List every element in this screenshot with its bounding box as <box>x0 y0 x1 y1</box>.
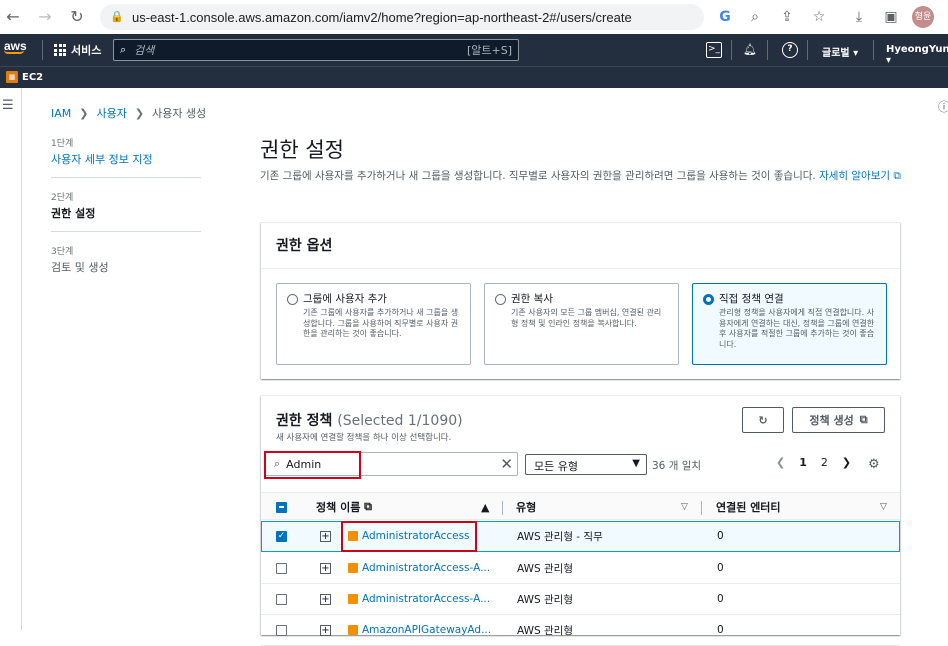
favorite-ec2[interactable]: ▦ EC2 <box>6 71 43 83</box>
info-panel-icon[interactable]: ⓘ <box>938 98 948 115</box>
table-header: 정책 이름 ⧉ ▲ 유형 ▽ 연결된 엔터티 ▽ <box>261 492 900 520</box>
learn-more-link[interactable]: 자세히 알아보기 ⧉ <box>819 170 901 182</box>
policies-subtitle: 새 사용자에 연결할 정책을 하나 이상 선택합니다. <box>276 433 452 443</box>
sort-icon[interactable]: ▽ <box>681 493 688 521</box>
option-attach-policies[interactable]: 직접 정책 연결 관리형 정책을 사용자에게 직접 연결합니다. 사용자에게 연… <box>692 283 887 365</box>
radio-button[interactable] <box>495 294 506 305</box>
card-title: 권한 옵션 <box>261 223 900 269</box>
type-filter-select[interactable]: 모든 유형 ▼ <box>525 454 647 475</box>
external-link-icon: ⧉ <box>364 500 373 513</box>
policy-icon <box>348 594 358 604</box>
table-row[interactable]: + AmazonAPIGatewayAd... AWS 관리형 0 <box>261 615 900 646</box>
sidepanel-icon[interactable]: ▣ <box>882 8 900 26</box>
services-grid-icon <box>54 44 66 56</box>
expand-icon[interactable]: + <box>320 624 331 636</box>
policy-link[interactable]: AmazonAPIGatewayAd... <box>362 624 491 636</box>
console-search[interactable]: ⌕ 검색 [알트+S] <box>113 39 519 61</box>
table-row[interactable]: + AdministratorAccess-A... AWS 관리형 0 <box>261 584 900 615</box>
caret-down-icon: ▼ <box>632 458 640 469</box>
external-link-icon: ⧉ <box>893 170 901 182</box>
page-title: 권한 설정 <box>260 138 344 162</box>
breadcrumb-iam[interactable]: IAM <box>51 107 71 120</box>
google-icon[interactable]: G <box>716 8 734 26</box>
prev-page-icon[interactable]: ❮ <box>776 456 785 469</box>
browser-toolbar: ← → ↻ 🔒 us-east-1.console.aws.amazon.com… <box>0 0 948 34</box>
step-2: 2단계 권한 설정 <box>51 190 201 232</box>
select-all-checkbox[interactable] <box>276 501 287 513</box>
row-checkbox[interactable] <box>276 624 287 636</box>
option-copy-permissions[interactable]: 권한 복사 기존 사용자의 모든 그룹 멤버십, 연결된 관리형 정책 및 인라… <box>484 283 679 365</box>
highlight-search <box>264 451 361 479</box>
pagination: ❮ 1 2 ❯ <box>776 456 851 469</box>
chevron-right-icon: ❯ <box>79 106 89 120</box>
expand-icon[interactable]: + <box>320 530 331 542</box>
external-link-icon: ⧉ <box>859 413 868 426</box>
wizard-steps: 1단계 사용자 세부 정보 지정 2단계 권한 설정 3단계 검토 및 생성 <box>51 136 201 297</box>
permission-policies-card: 권한 정책 (Selected 1/1090) 새 사용자에 연결할 정책을 하… <box>261 395 900 646</box>
clear-icon[interactable]: ✕ <box>500 455 513 473</box>
radio-button-selected[interactable] <box>703 294 714 305</box>
forward-icon[interactable]: → <box>34 6 56 28</box>
side-nav-rail: ☰ <box>0 88 22 630</box>
policy-icon <box>348 563 358 573</box>
profile-avatar[interactable]: 형윤 <box>912 6 934 28</box>
aws-top-nav: aws 서비스 ⌕ 검색 [알트+S] >_ 🔔︎ ? 글로벌 ▾ Hyeong… <box>0 34 948 66</box>
breadcrumb-current: 사용자 생성 <box>152 107 207 120</box>
match-count: 36 개 일치 <box>652 460 702 472</box>
row-checkbox[interactable]: ✓ <box>276 530 287 542</box>
radio-button[interactable] <box>287 294 298 305</box>
help-icon[interactable]: ? <box>782 42 798 58</box>
policy-link[interactable]: AdministratorAccess-A... <box>362 593 490 605</box>
aws-logo[interactable]: aws <box>4 39 27 54</box>
row-checkbox[interactable] <box>276 593 287 605</box>
services-menu[interactable]: 서비스 <box>54 42 101 58</box>
notifications-bell-icon[interactable]: 🔔︎ <box>742 42 758 58</box>
expand-icon[interactable]: + <box>320 562 331 574</box>
page-1[interactable]: 1 <box>799 456 807 469</box>
favorites-bar: ▦ EC2 <box>0 66 948 88</box>
step-3: 3단계 검토 및 생성 <box>51 247 109 274</box>
address-bar[interactable]: 🔒 us-east-1.console.aws.amazon.com/iamv2… <box>100 4 704 30</box>
refresh-icon: ↻ <box>758 413 768 427</box>
chevron-right-icon: ❯ <box>134 106 145 120</box>
search-icon: ⌕ <box>120 43 127 56</box>
col-attached[interactable]: 연결된 엔터티 <box>716 493 781 521</box>
col-policy-name[interactable]: 정책 이름 ⧉ <box>316 493 372 521</box>
breadcrumb-users[interactable]: 사용자 <box>96 105 126 121</box>
permission-options-card: 권한 옵션 그룹에 사용자 추가 기존 그룹에 사용자를 추가하거나 새 그룹을… <box>261 222 900 379</box>
create-policy-button[interactable]: 정책 생성 ⧉ <box>792 407 885 433</box>
account-menu[interactable]: HyeongYun ▾ <box>886 44 948 66</box>
breadcrumb: IAM ❯ 사용자 ❯ 사용자 생성 <box>51 105 206 121</box>
lock-icon: 🔒 <box>110 10 124 23</box>
step-1: 1단계 사용자 세부 정보 지정 <box>51 136 201 178</box>
expand-icon[interactable]: + <box>320 593 331 605</box>
option-add-to-group[interactable]: 그룹에 사용자 추가 기존 그룹에 사용자를 추가하거나 새 그룹을 생성합니다… <box>276 283 471 365</box>
reload-icon[interactable]: ↻ <box>66 6 88 28</box>
policy-link[interactable]: AdministratorAccess-A... <box>362 562 490 574</box>
page-2[interactable]: 2 <box>821 456 828 469</box>
url-text: us-east-1.console.aws.amazon.com/iamv2/h… <box>132 9 632 25</box>
policies-title: 권한 정책 (Selected 1/1090) <box>276 413 463 429</box>
gear-icon[interactable]: ⚙ <box>868 457 880 472</box>
cloudshell-icon[interactable]: >_ <box>706 42 722 58</box>
sort-asc-icon[interactable]: ▲ <box>481 493 489 521</box>
refresh-button[interactable]: ↻ <box>742 407 784 433</box>
page-description: 기존 그룹에 사용자를 추가하거나 새 그룹을 생성합니다. 직무별로 사용자의… <box>260 170 901 182</box>
ec2-icon: ▦ <box>6 71 18 83</box>
region-selector[interactable]: 글로벌 ▾ <box>822 44 858 59</box>
zoom-icon[interactable]: ⌕ <box>746 8 764 26</box>
back-icon[interactable]: ← <box>2 6 24 28</box>
sort-icon[interactable]: ▽ <box>880 493 887 521</box>
share-icon[interactable]: ⇪ <box>778 8 796 26</box>
download-icon[interactable]: ⤓ <box>850 8 868 26</box>
bookmark-star-icon[interactable]: ☆ <box>810 8 828 26</box>
next-page-icon[interactable]: ❯ <box>842 456 851 469</box>
step-1-link[interactable]: 사용자 세부 정보 지정 <box>51 151 201 167</box>
table-row[interactable]: + AdministratorAccess-A... AWS 관리형 0 <box>261 553 900 584</box>
row-checkbox[interactable] <box>276 562 287 574</box>
col-type[interactable]: 유형 <box>516 493 536 521</box>
menu-hamburger-icon[interactable]: ☰ <box>2 98 14 113</box>
policy-icon <box>348 625 358 635</box>
highlight-policy <box>341 521 477 552</box>
